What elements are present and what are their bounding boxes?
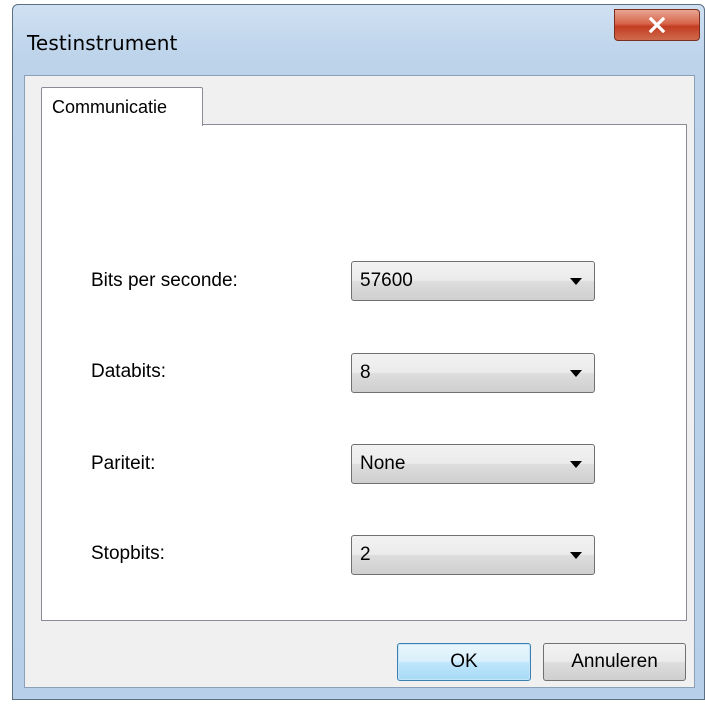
pariteit-value: None [360,453,406,474]
title-bar[interactable]: Testinstrument [13,5,704,75]
bits-per-second-select[interactable]: 57600 [351,261,595,301]
window-title: Testinstrument [27,31,178,55]
chevron-down-icon [570,370,582,377]
pariteit-label: Pariteit: [91,453,156,474]
bits-per-second-label: Bits per seconde: [91,270,238,291]
dialog-client-area: Communicatie Bits per seconde: 57600 Dat… [24,75,695,688]
bits-per-second-value: 57600 [360,270,413,291]
stopbits-select[interactable]: 2 [351,535,595,575]
tab-communicatie[interactable]: Communicatie [41,87,203,126]
chevron-down-icon [570,461,582,468]
chevron-down-icon [570,552,582,559]
databits-label: Databits: [91,361,166,382]
ok-button[interactable]: OK [397,643,531,681]
stopbits-label: Stopbits: [91,543,165,564]
cancel-button[interactable]: Annuleren [543,643,686,681]
chevron-down-icon [570,278,582,285]
tab-label: Communicatie [52,96,168,117]
databits-select[interactable]: 8 [351,353,595,393]
stopbits-value: 2 [360,544,371,565]
pariteit-select[interactable]: None [351,444,595,484]
close-icon [648,17,666,33]
tab-panel-communicatie: Bits per seconde: 57600 Databits: 8 Pari… [41,124,687,621]
databits-value: 8 [360,362,371,383]
dialog-window: Testinstrument Communicatie Bits per sec… [12,4,705,700]
close-button[interactable] [614,9,700,41]
